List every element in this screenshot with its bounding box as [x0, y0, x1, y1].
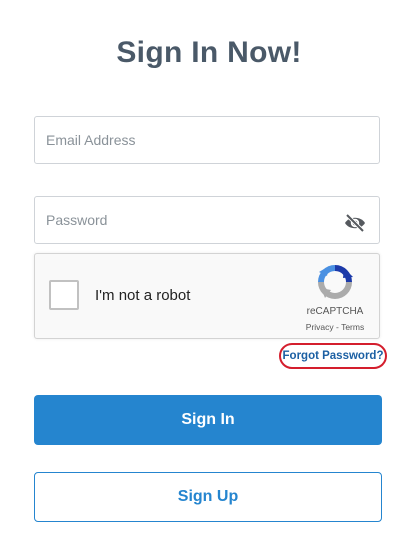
- page-title: Sign In Now!: [116, 36, 302, 69]
- recaptcha-legal-links: Privacy - Terms: [297, 322, 373, 332]
- password-field-container: [34, 196, 380, 244]
- email-input[interactable]: [35, 117, 379, 163]
- email-field-container: [34, 116, 380, 164]
- recaptcha-terms-link[interactable]: Terms: [341, 322, 364, 332]
- sign-up-button[interactable]: Sign Up: [34, 472, 382, 522]
- eye-slash-icon[interactable]: [343, 213, 367, 233]
- recaptcha-logo-icon: [317, 264, 353, 300]
- recaptcha-widget: I'm not a robot reCAPTCHA Privacy - Term…: [34, 253, 380, 339]
- recaptcha-checkbox[interactable]: [49, 280, 79, 310]
- recaptcha-separator: -: [333, 322, 342, 332]
- password-input[interactable]: [35, 197, 379, 243]
- forgot-password-link[interactable]: Forgot Password?: [279, 343, 387, 369]
- recaptcha-label: I'm not a robot: [95, 287, 191, 304]
- sign-in-button[interactable]: Sign In: [34, 395, 382, 445]
- recaptcha-privacy-link[interactable]: Privacy: [306, 322, 334, 332]
- recaptcha-brand: reCAPTCHA: [306, 306, 364, 317]
